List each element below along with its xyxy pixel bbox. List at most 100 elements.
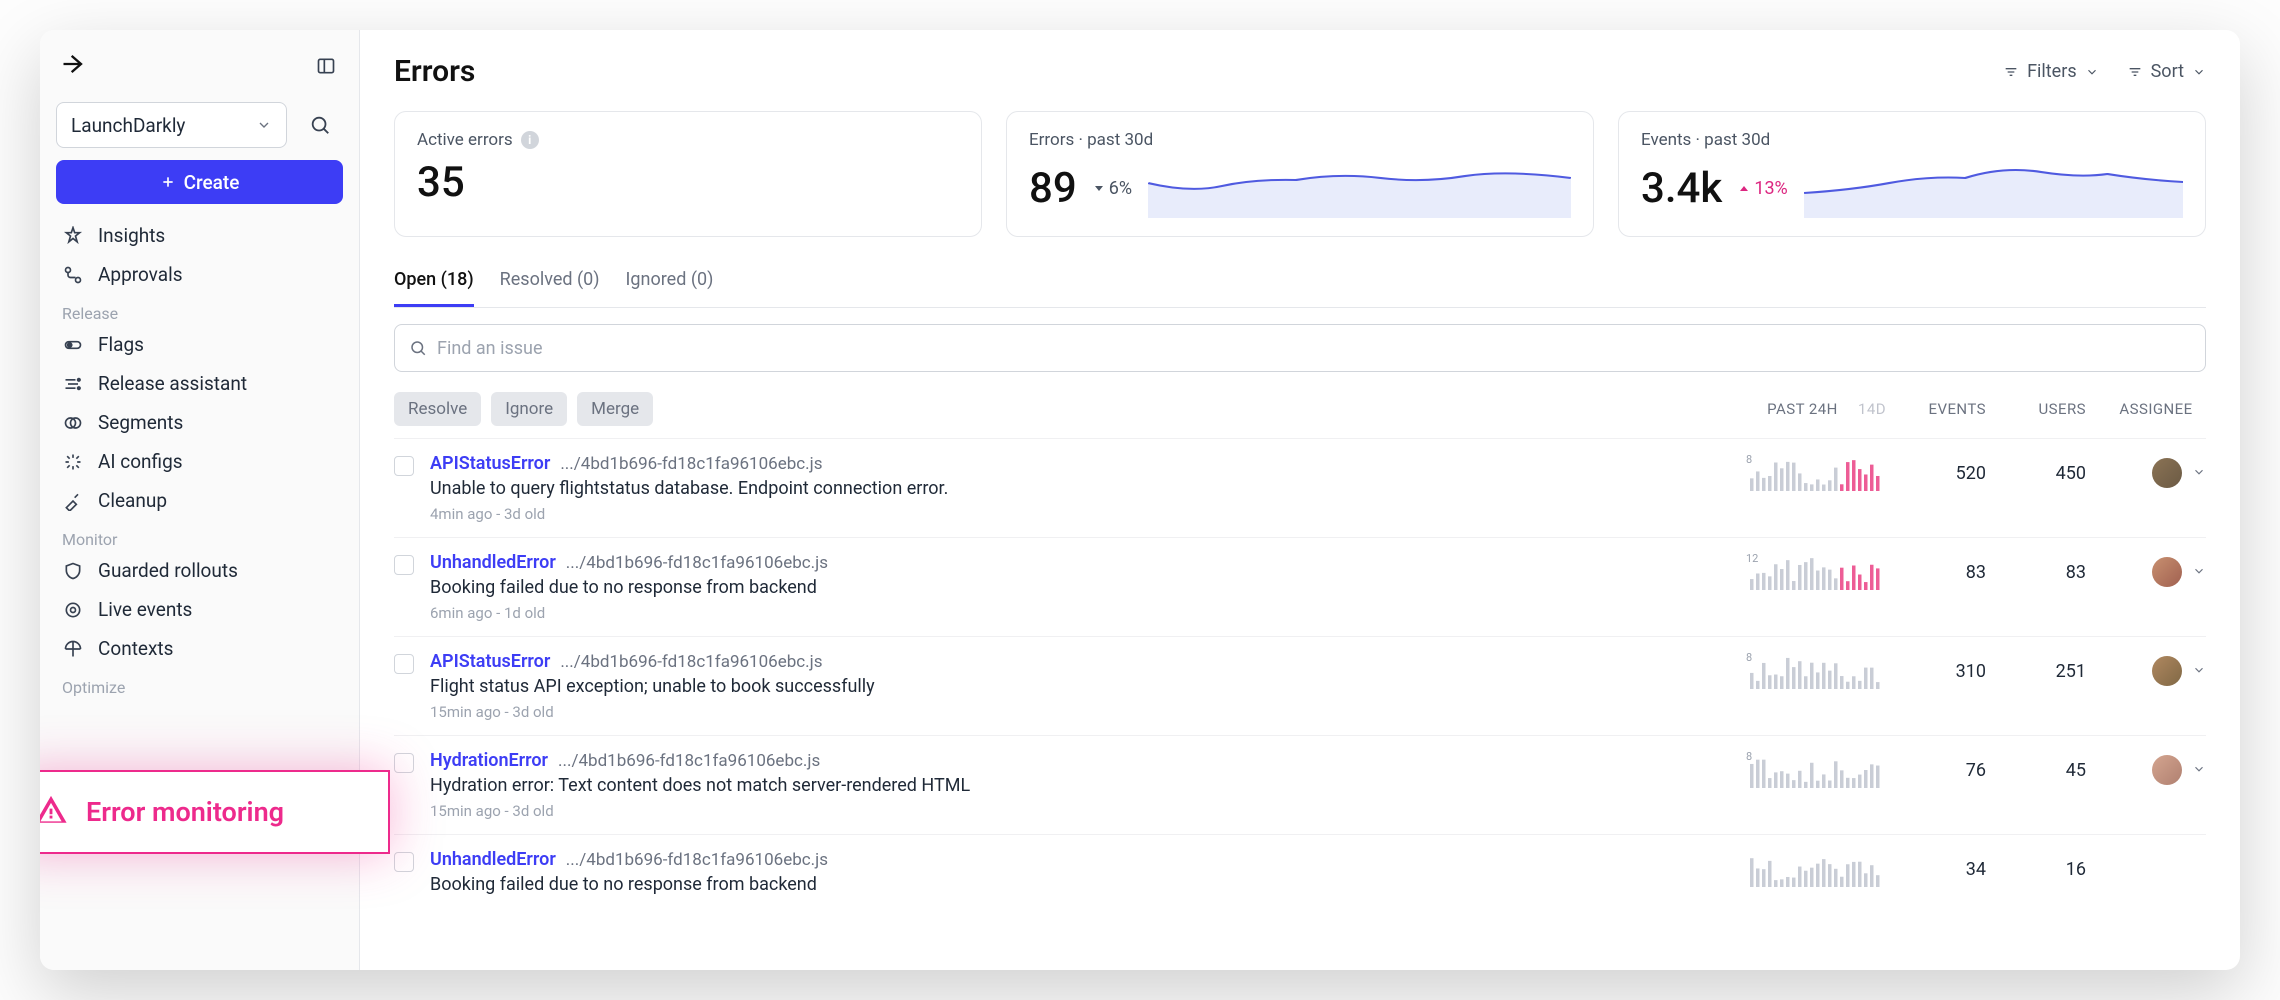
row-main: HydrationError.../4bd1b696-fd18c1fa96106… — [430, 750, 1730, 820]
error-path: .../4bd1b696-fd18c1fa96106ebc.js — [566, 553, 828, 573]
nav-label: Contexts — [98, 637, 173, 660]
error-row[interactable]: UnhandledError .../4bd1b696-fd18c1fa96106… — [394, 537, 2206, 636]
row-checkbox[interactable] — [394, 555, 414, 575]
row-checkbox[interactable] — [394, 654, 414, 674]
col-users: USERS — [2006, 400, 2086, 418]
header-controls: Filters Sort — [2003, 61, 2206, 82]
filters-label: Filters — [2027, 61, 2077, 82]
create-button[interactable]: Create — [56, 160, 343, 204]
error-description: Hydration error: Text content does not m… — [430, 775, 1730, 796]
sidebar-item-cleanup[interactable]: Cleanup — [56, 481, 343, 520]
row-checkbox[interactable] — [394, 456, 414, 476]
tab-resolved[interactable]: Resolved (0) — [500, 263, 600, 307]
resolve-button[interactable]: Resolve — [394, 392, 481, 426]
chevron-down-icon[interactable] — [2192, 761, 2206, 780]
events-count: 310 — [1906, 661, 1986, 682]
row-right: 8520450 — [1746, 453, 2206, 493]
nav-label: Release assistant — [98, 372, 247, 395]
error-meta: 6min ago - 1d old — [430, 604, 1730, 622]
users-count: 16 — [2006, 859, 2086, 880]
sidebar-item-segments[interactable]: Segments — [56, 403, 343, 442]
sort-button[interactable]: Sort — [2127, 61, 2206, 82]
stat-cards: Active errors i 35 Errors · past 30d 89 … — [394, 111, 2206, 237]
sidebar-item-contexts[interactable]: Contexts — [56, 629, 343, 668]
filters-button[interactable]: Filters — [2003, 61, 2099, 82]
row-main: UnhandledError .../4bd1b696-fd18c1fa96106… — [430, 552, 1730, 622]
svg-text:8: 8 — [1746, 750, 1752, 763]
issue-search[interactable] — [394, 324, 2206, 372]
nav-label: AI configs — [98, 450, 183, 473]
sidebar-item-ai-configs[interactable]: AI configs — [56, 442, 343, 481]
ignore-button[interactable]: Ignore — [491, 392, 567, 426]
card-label: Active errors — [417, 130, 513, 150]
nav-section-label: Release — [56, 294, 343, 325]
error-path: .../4bd1b696-fd18c1fa96106ebc.js — [566, 850, 828, 870]
events-count: 83 — [1906, 562, 1986, 583]
sidebar-item-approvals[interactable]: Approvals — [56, 255, 343, 294]
main-header: Errors Filters Sort — [394, 54, 2206, 89]
tabs: Open (18) Resolved (0) Ignored (0) — [394, 263, 2206, 308]
merge-button[interactable]: Merge — [577, 392, 653, 426]
info-icon[interactable]: i — [521, 131, 539, 149]
svg-text:8: 8 — [1746, 453, 1752, 466]
chevron-down-icon — [2085, 65, 2099, 79]
nav-section-label: Monitor — [56, 520, 343, 551]
error-meta: 15min ago - 3d old — [430, 703, 1730, 721]
org-select[interactable]: LaunchDarkly — [56, 102, 287, 148]
error-name[interactable]: UnhandledError — [430, 849, 556, 870]
error-row[interactable]: APIStatusError.../4bd1b696-fd18c1fa96106… — [394, 636, 2206, 735]
triangle-down-icon — [1093, 182, 1105, 194]
tab-open[interactable]: Open (18) — [394, 263, 474, 307]
avatar[interactable] — [2152, 755, 2182, 785]
error-row[interactable]: HydrationError.../4bd1b696-fd18c1fa96106… — [394, 735, 2206, 834]
error-row[interactable]: UnhandledError .../4bd1b696-fd18c1fa96106… — [394, 834, 2206, 909]
error-name[interactable]: UnhandledError — [430, 552, 556, 573]
avatar[interactable] — [2152, 458, 2182, 488]
sidebar-item-insights[interactable]: Insights — [56, 216, 343, 255]
row-right: 128383 — [1746, 552, 2206, 592]
error-row[interactable]: APIStatusError .../4bd1b696-fd18c1fa96106… — [394, 438, 2206, 537]
search-button[interactable] — [297, 102, 343, 148]
active-errors-card: Active errors i 35 — [394, 111, 982, 237]
sparkline — [1148, 158, 1571, 218]
chevron-down-icon[interactable] — [2192, 464, 2206, 483]
panel-toggle-icon[interactable] — [313, 53, 339, 79]
issue-search-input[interactable] — [437, 338, 2191, 359]
error-name[interactable]: APIStatusError — [430, 651, 550, 672]
main: Errors Filters Sort Active errors i 35 E… — [360, 30, 2240, 970]
assignee — [2106, 656, 2206, 686]
svg-text:8: 8 — [1746, 651, 1752, 664]
tab-ignored[interactable]: Ignored (0) — [626, 263, 714, 307]
sidebar-item-release-assistant[interactable]: Release assistant — [56, 364, 343, 403]
users-count: 450 — [2006, 463, 2086, 484]
row-checkbox[interactable] — [394, 852, 414, 872]
nav-label: Guarded rollouts — [98, 559, 238, 582]
assignee — [2106, 557, 2206, 587]
error-name[interactable]: HydrationError — [430, 750, 548, 771]
segments-icon — [62, 412, 84, 434]
card-value: 3.4k — [1641, 164, 1722, 213]
guarded-rollouts-icon — [62, 560, 84, 582]
pct-change: 13% — [1738, 178, 1787, 199]
row-checkbox[interactable] — [394, 753, 414, 773]
insights-icon — [62, 225, 84, 247]
svg-text:12: 12 — [1746, 552, 1758, 565]
error-path: .../4bd1b696-fd18c1fa96106ebc.js — [560, 454, 822, 474]
chevron-down-icon[interactable] — [2192, 563, 2206, 582]
error-name[interactable]: APIStatusError — [430, 453, 550, 474]
error-description: Flight status API exception; unable to b… — [430, 676, 1730, 697]
avatar[interactable] — [2152, 656, 2182, 686]
column-headers: PAST 24H 14D EVENTS USERS ASSIGNEE — [1767, 400, 2206, 418]
sidebar-item-live-events[interactable]: Live events — [56, 590, 343, 629]
search-icon — [409, 339, 427, 357]
chevron-down-icon[interactable] — [2192, 662, 2206, 681]
events-count: 34 — [1906, 859, 1986, 880]
plus-icon — [160, 174, 176, 190]
sidebar-top — [56, 50, 343, 90]
sparkline — [1804, 158, 2183, 218]
nav-label: Insights — [98, 224, 165, 247]
sidebar-item-guarded-rollouts[interactable]: Guarded rollouts — [56, 551, 343, 590]
avatar[interactable] — [2152, 557, 2182, 587]
ai-configs-icon — [62, 451, 84, 473]
sidebar-item-flags[interactable]: Flags — [56, 325, 343, 364]
